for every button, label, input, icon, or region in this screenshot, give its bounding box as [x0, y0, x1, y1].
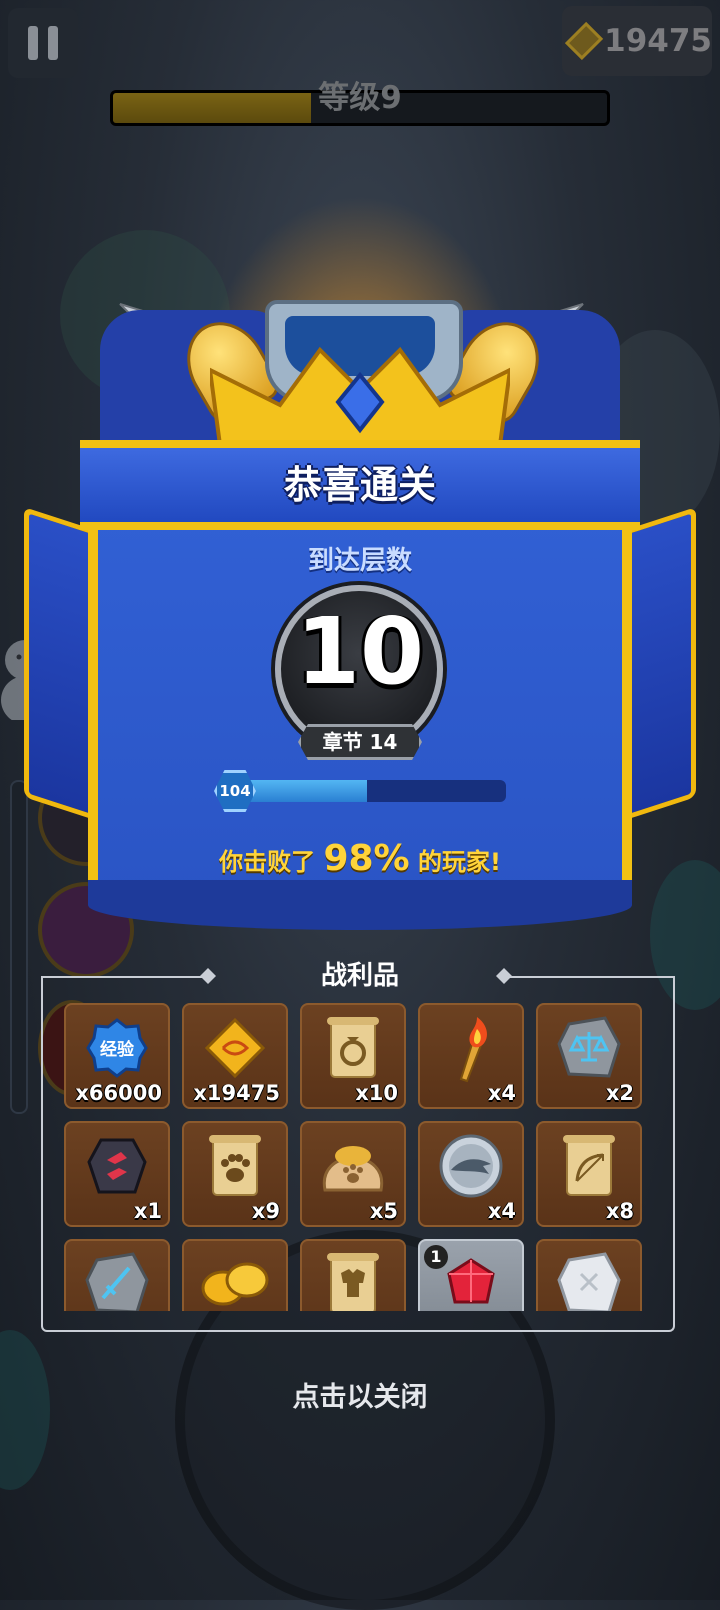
paw-sack-icon: [322, 1145, 384, 1192]
loot-item-white-stone[interactable]: [536, 1239, 642, 1311]
pause-button[interactable]: [8, 8, 78, 78]
loot-item-red-rune-stone[interactable]: x1: [64, 1121, 170, 1227]
defeat-suffix: 的玩家!: [417, 848, 501, 876]
loot-title: 战利品: [320, 961, 399, 991]
defeat-percent: 98%: [323, 838, 410, 879]
item-quantity: x10: [355, 1081, 398, 1105]
loot-item-scale-rune-stone[interactable]: x2: [536, 1003, 642, 1109]
torch-icon: [459, 1016, 487, 1083]
paw-scroll-icon: [209, 1134, 261, 1196]
red-gem-icon: [447, 1258, 495, 1304]
item-quantity: x19475: [193, 1081, 280, 1105]
loot-item-red-gem[interactable]: 1: [418, 1239, 524, 1311]
loot-item-torch[interactable]: x4: [418, 1003, 524, 1109]
loot-item-gold-coins[interactable]: [182, 1239, 288, 1311]
red-rune-stone-icon: [87, 1138, 147, 1194]
title-band: 恭喜通关: [80, 440, 640, 530]
floor-label: 到达层数: [307, 546, 412, 576]
sword-stone-icon: [85, 1252, 149, 1311]
gold-diamond-icon: [564, 21, 604, 61]
pause-icon: [28, 26, 38, 60]
shark-coin-icon: [439, 1134, 503, 1198]
coin-amount: 19475: [604, 23, 712, 59]
loot-item-armor-scroll[interactable]: [300, 1239, 406, 1311]
defeat-prefix: 你击败了: [219, 848, 316, 876]
item-quantity: x66000: [75, 1081, 162, 1105]
loot-item-sword-stone[interactable]: [64, 1239, 170, 1311]
loot-item-exp[interactable]: 经验 x66000: [64, 1003, 170, 1109]
item-quantity: x1: [133, 1199, 162, 1223]
armor-scroll-icon: [327, 1252, 379, 1311]
level-label: 等级9: [318, 80, 402, 116]
loot-item-ring-scroll[interactable]: x10: [300, 1003, 406, 1109]
ring-scroll-icon: [327, 1016, 379, 1078]
crown-icon: [210, 346, 510, 447]
gold-diamond-icon: [205, 1017, 265, 1078]
item-quantity: x5: [369, 1199, 398, 1223]
loot-item-gold-diamond[interactable]: x19475: [182, 1003, 288, 1109]
item-quantity: x9: [251, 1199, 280, 1223]
coin-counter: 19475: [562, 6, 712, 76]
side-gauge: [10, 780, 28, 1114]
exp-progress-bar: [228, 780, 506, 802]
loot-item-shark-coin[interactable]: x4: [418, 1121, 524, 1227]
loot-item-paw-sack[interactable]: x5: [300, 1121, 406, 1227]
bow-scroll-icon: [563, 1134, 615, 1196]
panel-bottom: [88, 880, 632, 930]
white-stone-icon: [557, 1252, 621, 1311]
result-title: 恭喜通关: [283, 463, 436, 507]
floor-number: 10: [295, 598, 425, 705]
item-quantity: x8: [605, 1199, 634, 1223]
gold-coins-icon: [201, 1262, 269, 1306]
loot-item-bow-scroll[interactable]: x8: [536, 1121, 642, 1227]
exp-icon-label: 经验: [100, 1039, 135, 1060]
chapter-tag: 章节 14: [298, 724, 422, 760]
loot-item-paw-scroll[interactable]: x9: [182, 1121, 288, 1227]
item-quantity: x2: [605, 1081, 634, 1105]
defeat-summary: 你击败了 98% 的玩家!: [0, 838, 720, 879]
loot-grid[interactable]: 经验 x66000 x19475 x10 x4 x2 x1 x9 x5 x4 x…: [64, 1003, 654, 1311]
tap-to-close[interactable]: 点击以关闭: [0, 1375, 720, 1414]
exp-badge-icon: 经验: [86, 1017, 148, 1078]
item-quantity: x4: [487, 1081, 516, 1105]
pause-icon: [48, 26, 58, 60]
scale-rune-stone-icon: [557, 1016, 621, 1078]
item-quantity: x4: [487, 1199, 516, 1223]
